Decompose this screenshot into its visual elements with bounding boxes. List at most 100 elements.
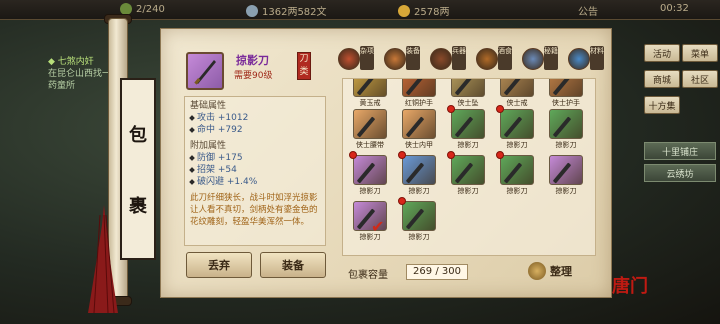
discard-button[interactable]: 丢弃 (186, 252, 252, 278)
item-icon (402, 155, 436, 185)
location-list-item-1[interactable]: 十里铺庄 (644, 142, 716, 160)
tab-3[interactable]: 酒食 (474, 44, 518, 72)
item-glyph (503, 162, 523, 184)
item-stats-panel: 基础属性 攻击 +1012 命中 +792 附加属性 防御 +175 招架 +5… (184, 96, 326, 246)
item-label: 掠影刀 (408, 187, 430, 195)
panel-title: 包 裹 (120, 78, 156, 260)
equip-button[interactable]: 装备 (260, 252, 326, 278)
item-label: 侠士内甲 (405, 141, 433, 149)
stat-value: +175 (217, 153, 243, 163)
item-label: 红铜护手 (405, 99, 433, 107)
item-glyph (405, 208, 425, 230)
gold-icon (398, 4, 410, 17)
new-item-dot-icon (349, 151, 357, 159)
menu-button[interactable]: 菜单 (682, 44, 718, 62)
item-icon (353, 109, 387, 139)
inventory-slot[interactable]: 掠影刀 ✔ (349, 201, 391, 241)
inventory-slot[interactable]: 红铜护手 (398, 79, 440, 107)
tassel-icon (88, 205, 118, 314)
inventory-slot[interactable]: 掠影刀 (545, 109, 587, 149)
notice-button[interactable]: 公告 (578, 3, 598, 18)
inventory-slot[interactable]: 黄玉戒 (349, 79, 391, 107)
tab-1[interactable]: 装备 (382, 44, 426, 72)
inventory-slot[interactable]: 掠影刀 (398, 197, 440, 241)
stat-value: +1.4% (226, 177, 258, 187)
item-icon (353, 79, 387, 97)
item-label: 黄玉戒 (359, 99, 381, 107)
item-icon (402, 79, 436, 97)
inventory-slot[interactable]: 侠士戒 (496, 79, 538, 107)
money-value: 1362两582文 (262, 7, 327, 18)
item-glyph (552, 162, 572, 184)
tab-label: 杂项 (360, 46, 374, 70)
category-tabs: 杂项 装备 兵器 酒食 秘籍 材料 (336, 44, 616, 72)
item-glyph (503, 116, 523, 138)
tab-0[interactable]: 杂项 (336, 44, 380, 72)
inventory-slot[interactable]: 侠士护手 (545, 79, 587, 107)
community-button[interactable]: 社区 (682, 70, 718, 88)
tab-category-icon (430, 48, 452, 70)
gold-display: 2578两 (398, 3, 449, 18)
ten-direction-button[interactable]: 十方集 (644, 96, 680, 114)
inventory-slot[interactable]: 掠影刀 (496, 105, 538, 149)
tab-category-icon (476, 48, 498, 70)
item-label: 掠影刀 (555, 187, 577, 195)
new-item-dot-icon (447, 151, 455, 159)
item-icon (451, 79, 485, 97)
new-item-dot-icon (398, 151, 406, 159)
item-glyph (454, 116, 474, 138)
item-label: 掠影刀 (555, 141, 577, 149)
tab-label: 装备 (406, 46, 420, 70)
blade-icon (194, 60, 216, 85)
item-label: 侠士护手 (552, 99, 580, 107)
inventory-slot[interactable]: 掠影刀 (398, 151, 440, 195)
inventory-slot[interactable]: 掠影刀 (349, 151, 391, 195)
tab-2[interactable]: 兵器 (428, 44, 472, 72)
item-icon (549, 109, 583, 139)
inventory-slot[interactable]: 侠士坠 (447, 79, 489, 107)
item-label: 掠影刀 (506, 187, 528, 195)
panel-title-char-2: 裹 (129, 195, 147, 217)
item-description: 此刀纤细狭长，战斗时如浮光掠影让人看不真切，剑柄处有鎏金色的花纹雕刻，轻盈华美浑… (190, 193, 318, 227)
new-item-dot-icon (496, 105, 504, 113)
tab-5[interactable]: 材料 (566, 44, 610, 72)
base-attr-header: 基础属性 (190, 101, 227, 111)
sort-button[interactable]: 整理 (528, 262, 572, 280)
location-list-item-2[interactable]: 云绣坊 (644, 164, 716, 182)
tab-4[interactable]: 秘籍 (520, 44, 564, 72)
inventory-slot[interactable]: 掠影刀 (447, 105, 489, 149)
stamina-value: 2/240 (136, 3, 165, 15)
tab-category-icon (384, 48, 406, 70)
stat-key: 命中 (197, 125, 216, 135)
stat-row: 命中 +792 (189, 124, 320, 136)
selected-item-icon (186, 52, 224, 90)
inventory-slot[interactable]: 掠影刀 (545, 155, 587, 195)
inventory-slot[interactable]: 掠影刀 (496, 151, 538, 195)
new-item-dot-icon (447, 105, 455, 113)
item-icon (500, 155, 534, 185)
clock-time: 00:32 (660, 3, 689, 14)
item-label: 掠影刀 (506, 141, 528, 149)
inventory-slot[interactable]: 侠士腰带 (349, 109, 391, 149)
new-item-dot-icon (398, 197, 406, 205)
item-icon (500, 109, 534, 139)
inventory-grid: 黄玉戒 红铜护手 侠士坠 侠士戒 侠士护手 侠士腰带 侠士内甲 掠影刀 掠影刀 掠影刀 掠影刀 掠影刀… (342, 78, 596, 256)
bag-icon (528, 262, 546, 280)
stat-key: 攻击 (197, 113, 216, 123)
item-icon (451, 109, 485, 139)
activity-button[interactable]: 活动 (644, 44, 680, 62)
panel-title-char-1: 包 (129, 124, 147, 146)
stat-key: 破闪避 (197, 177, 225, 187)
mall-button[interactable]: 商城 (644, 70, 680, 88)
new-item-dot-icon (496, 151, 504, 159)
inventory-slot[interactable]: 侠士内甲 (398, 109, 440, 149)
tab-category-icon (522, 48, 544, 70)
item-glyph (552, 116, 572, 138)
extra-attr-header: 附加属性 (190, 141, 227, 151)
tab-category-icon (568, 48, 590, 70)
item-label: 掠影刀 (359, 187, 381, 195)
item-glyph (356, 79, 376, 96)
inventory-slot[interactable]: 掠影刀 (447, 151, 489, 195)
item-glyph (405, 162, 425, 184)
game-logo: 唐门 (612, 276, 648, 297)
